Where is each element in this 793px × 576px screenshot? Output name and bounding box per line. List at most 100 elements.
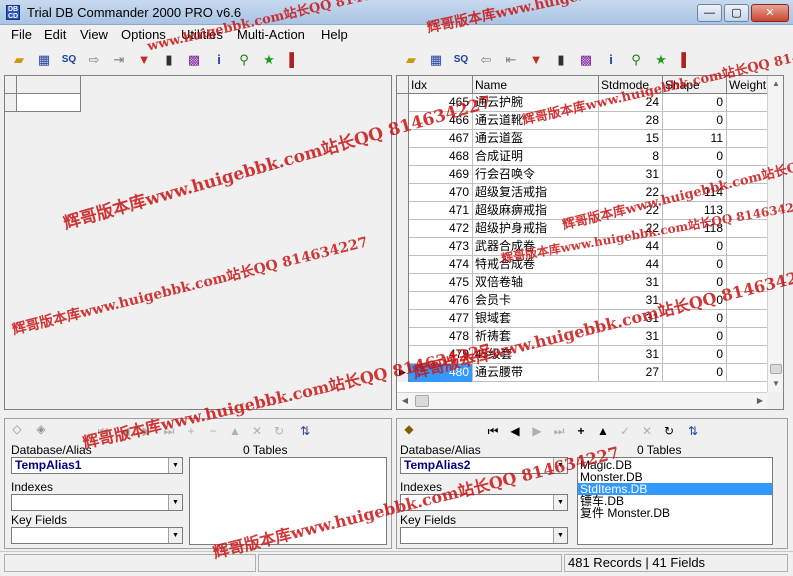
tables-listbox[interactable] — [189, 457, 387, 545]
chevron-down-icon[interactable]: ▼ — [553, 528, 567, 543]
sql-query-icon[interactable]: ▩ — [577, 51, 595, 69]
cell-idx[interactable]: 478 — [409, 328, 473, 346]
right-data-grid[interactable]: Idx Name Stdmode Shape Weight 465 通云护腕 24 0… — [396, 75, 784, 410]
cell-weight[interactable] — [727, 256, 769, 274]
cell-weight[interactable] — [727, 364, 769, 382]
cell-name[interactable]: 行会召唤令 — [473, 166, 599, 184]
cell-weight[interactable] — [727, 274, 769, 292]
cell-idx[interactable]: 468 — [409, 148, 473, 166]
chevron-down-icon[interactable]: ▼ — [168, 458, 182, 473]
sql-icon[interactable]: SQ — [452, 51, 470, 69]
cell-stdmode[interactable]: 24 — [599, 94, 663, 112]
indexes-select[interactable]: ▼ — [400, 494, 568, 511]
info-icon[interactable]: i — [602, 51, 620, 69]
table-row[interactable]: 477 银域套 31 0 — [397, 310, 769, 328]
scroll-up-icon[interactable]: ▲ — [768, 76, 783, 92]
minimize-button[interactable]: — — [697, 4, 722, 22]
insert-record-button[interactable]: + — [181, 422, 201, 440]
cell-weight[interactable] — [727, 346, 769, 364]
scroll-right-icon[interactable]: ▶ — [752, 393, 768, 409]
cell-stdmode[interactable]: 27 — [599, 364, 663, 382]
cell-shape[interactable]: 113 — [663, 202, 727, 220]
edit-record-button[interactable]: ▲ — [225, 422, 245, 440]
cell-shape[interactable]: 11 — [663, 130, 727, 148]
next-record-button[interactable]: ▶ — [137, 422, 157, 440]
exit-icon[interactable]: ▌ — [677, 51, 695, 69]
cell-name[interactable]: 超级麻痹戒指 — [473, 202, 599, 220]
cell-shape[interactable]: 0 — [663, 148, 727, 166]
delete-record-button[interactable]: − — [203, 422, 223, 440]
key-fields-select[interactable]: ▼ — [400, 527, 568, 544]
cell-shape[interactable]: 0 — [663, 238, 727, 256]
column-header-shape[interactable]: Shape — [663, 76, 727, 94]
cell-name[interactable]: 通云道盔 — [473, 130, 599, 148]
left-data-grid[interactable] — [4, 75, 392, 410]
database-alias-select[interactable]: TempAlias2 ▼ — [400, 457, 568, 474]
horizontal-scrollbar[interactable]: ◀ ▶ — [397, 392, 769, 409]
vertical-scrollbar[interactable]: ▲ ▼ — [767, 76, 783, 393]
table-row[interactable]: 467 通云道盔 15 11 — [397, 130, 769, 148]
next-record-button[interactable]: ▶ — [527, 422, 547, 440]
cell-shape[interactable]: 0 — [663, 346, 727, 364]
cell-weight[interactable] — [727, 238, 769, 256]
menu-file[interactable]: File — [11, 27, 32, 42]
cell-shape[interactable]: 0 — [663, 256, 727, 274]
sql-icon[interactable]: SQ — [60, 51, 78, 69]
info-icon[interactable]: i — [210, 51, 228, 69]
cell-stdmode[interactable]: 8 — [599, 148, 663, 166]
cell-weight[interactable] — [727, 292, 769, 310]
menu-view[interactable]: View — [80, 27, 108, 42]
cell-stdmode[interactable]: 31 — [599, 346, 663, 364]
delete-icon[interactable]: ▮ — [160, 51, 178, 69]
cell-stdmode[interactable]: 31 — [599, 274, 663, 292]
cell-stdmode[interactable]: 28 — [599, 112, 663, 130]
run-icon[interactable]: ★ — [260, 51, 278, 69]
cell-idx[interactable]: 476 — [409, 292, 473, 310]
prior-record-button[interactable]: ◀ — [505, 422, 525, 440]
refresh-button[interactable]: ↻ — [659, 422, 679, 440]
cell-shape[interactable]: 114 — [663, 184, 727, 202]
grid-cell[interactable] — [17, 94, 81, 112]
delete-icon[interactable]: ▮ — [552, 51, 570, 69]
menu-options[interactable]: Options — [121, 27, 166, 42]
cell-name[interactable]: 通云腰带 — [473, 364, 599, 382]
table-row[interactable]: ▶ 480 通云腰带 27 0 — [397, 364, 769, 382]
cell-weight[interactable] — [727, 220, 769, 238]
cell-idx[interactable]: 479 — [409, 346, 473, 364]
menu-help[interactable]: Help — [321, 27, 348, 42]
arrow-right-icon[interactable]: ⇨ — [85, 51, 103, 69]
cell-weight[interactable] — [727, 166, 769, 184]
chevron-down-icon[interactable]: ▼ — [168, 528, 182, 543]
database-icon[interactable]: ◈ — [31, 420, 51, 438]
menu-utilities[interactable]: Utilities — [181, 27, 223, 42]
table-row[interactable]: 470 超级复活戒指 22 114 — [397, 184, 769, 202]
table-row[interactable]: 479 45级套 31 0 — [397, 346, 769, 364]
menu-edit[interactable]: Edit — [44, 27, 66, 42]
post-edit-button[interactable]: ✓ — [615, 422, 635, 440]
scroll-down-icon[interactable]: ▼ — [768, 376, 783, 392]
cell-idx[interactable]: 477 — [409, 310, 473, 328]
cell-stdmode[interactable]: 44 — [599, 238, 663, 256]
table-row[interactable]: 478 祈祷套 31 0 — [397, 328, 769, 346]
cell-name[interactable]: 祈祷套 — [473, 328, 599, 346]
first-record-button[interactable]: ⏮ — [93, 422, 113, 440]
cell-weight[interactable] — [727, 184, 769, 202]
first-record-button[interactable]: ⏮ — [483, 422, 503, 440]
database-alias-select[interactable]: TempAlias1 ▼ — [11, 457, 183, 474]
tables-listbox[interactable]: Magic.DB Monster.DB StdItems.DB 镖车.DB 复件 Mon… — [577, 457, 773, 545]
cell-name[interactable]: 通云护腕 — [473, 94, 599, 112]
table-row[interactable]: 474 特戒合成卷 44 0 — [397, 256, 769, 274]
column-header-idx[interactable]: Idx — [409, 76, 473, 94]
cell-stdmode[interactable]: 15 — [599, 130, 663, 148]
filter-icon[interactable]: ▼ — [527, 51, 545, 69]
run-icon[interactable]: ★ — [652, 51, 670, 69]
cell-name[interactable]: 双倍卷轴 — [473, 274, 599, 292]
search-icon[interactable]: ⚲ — [235, 51, 253, 69]
cell-weight[interactable] — [727, 148, 769, 166]
table-row[interactable]: 476 会员卡 31 0 — [397, 292, 769, 310]
refresh-button[interactable]: ↻ — [269, 422, 289, 440]
indexes-select[interactable]: ▼ — [11, 494, 183, 511]
cell-stdmode[interactable]: 22 — [599, 220, 663, 238]
maximize-button[interactable]: ▢ — [724, 4, 749, 22]
cell-stdmode[interactable]: 31 — [599, 166, 663, 184]
